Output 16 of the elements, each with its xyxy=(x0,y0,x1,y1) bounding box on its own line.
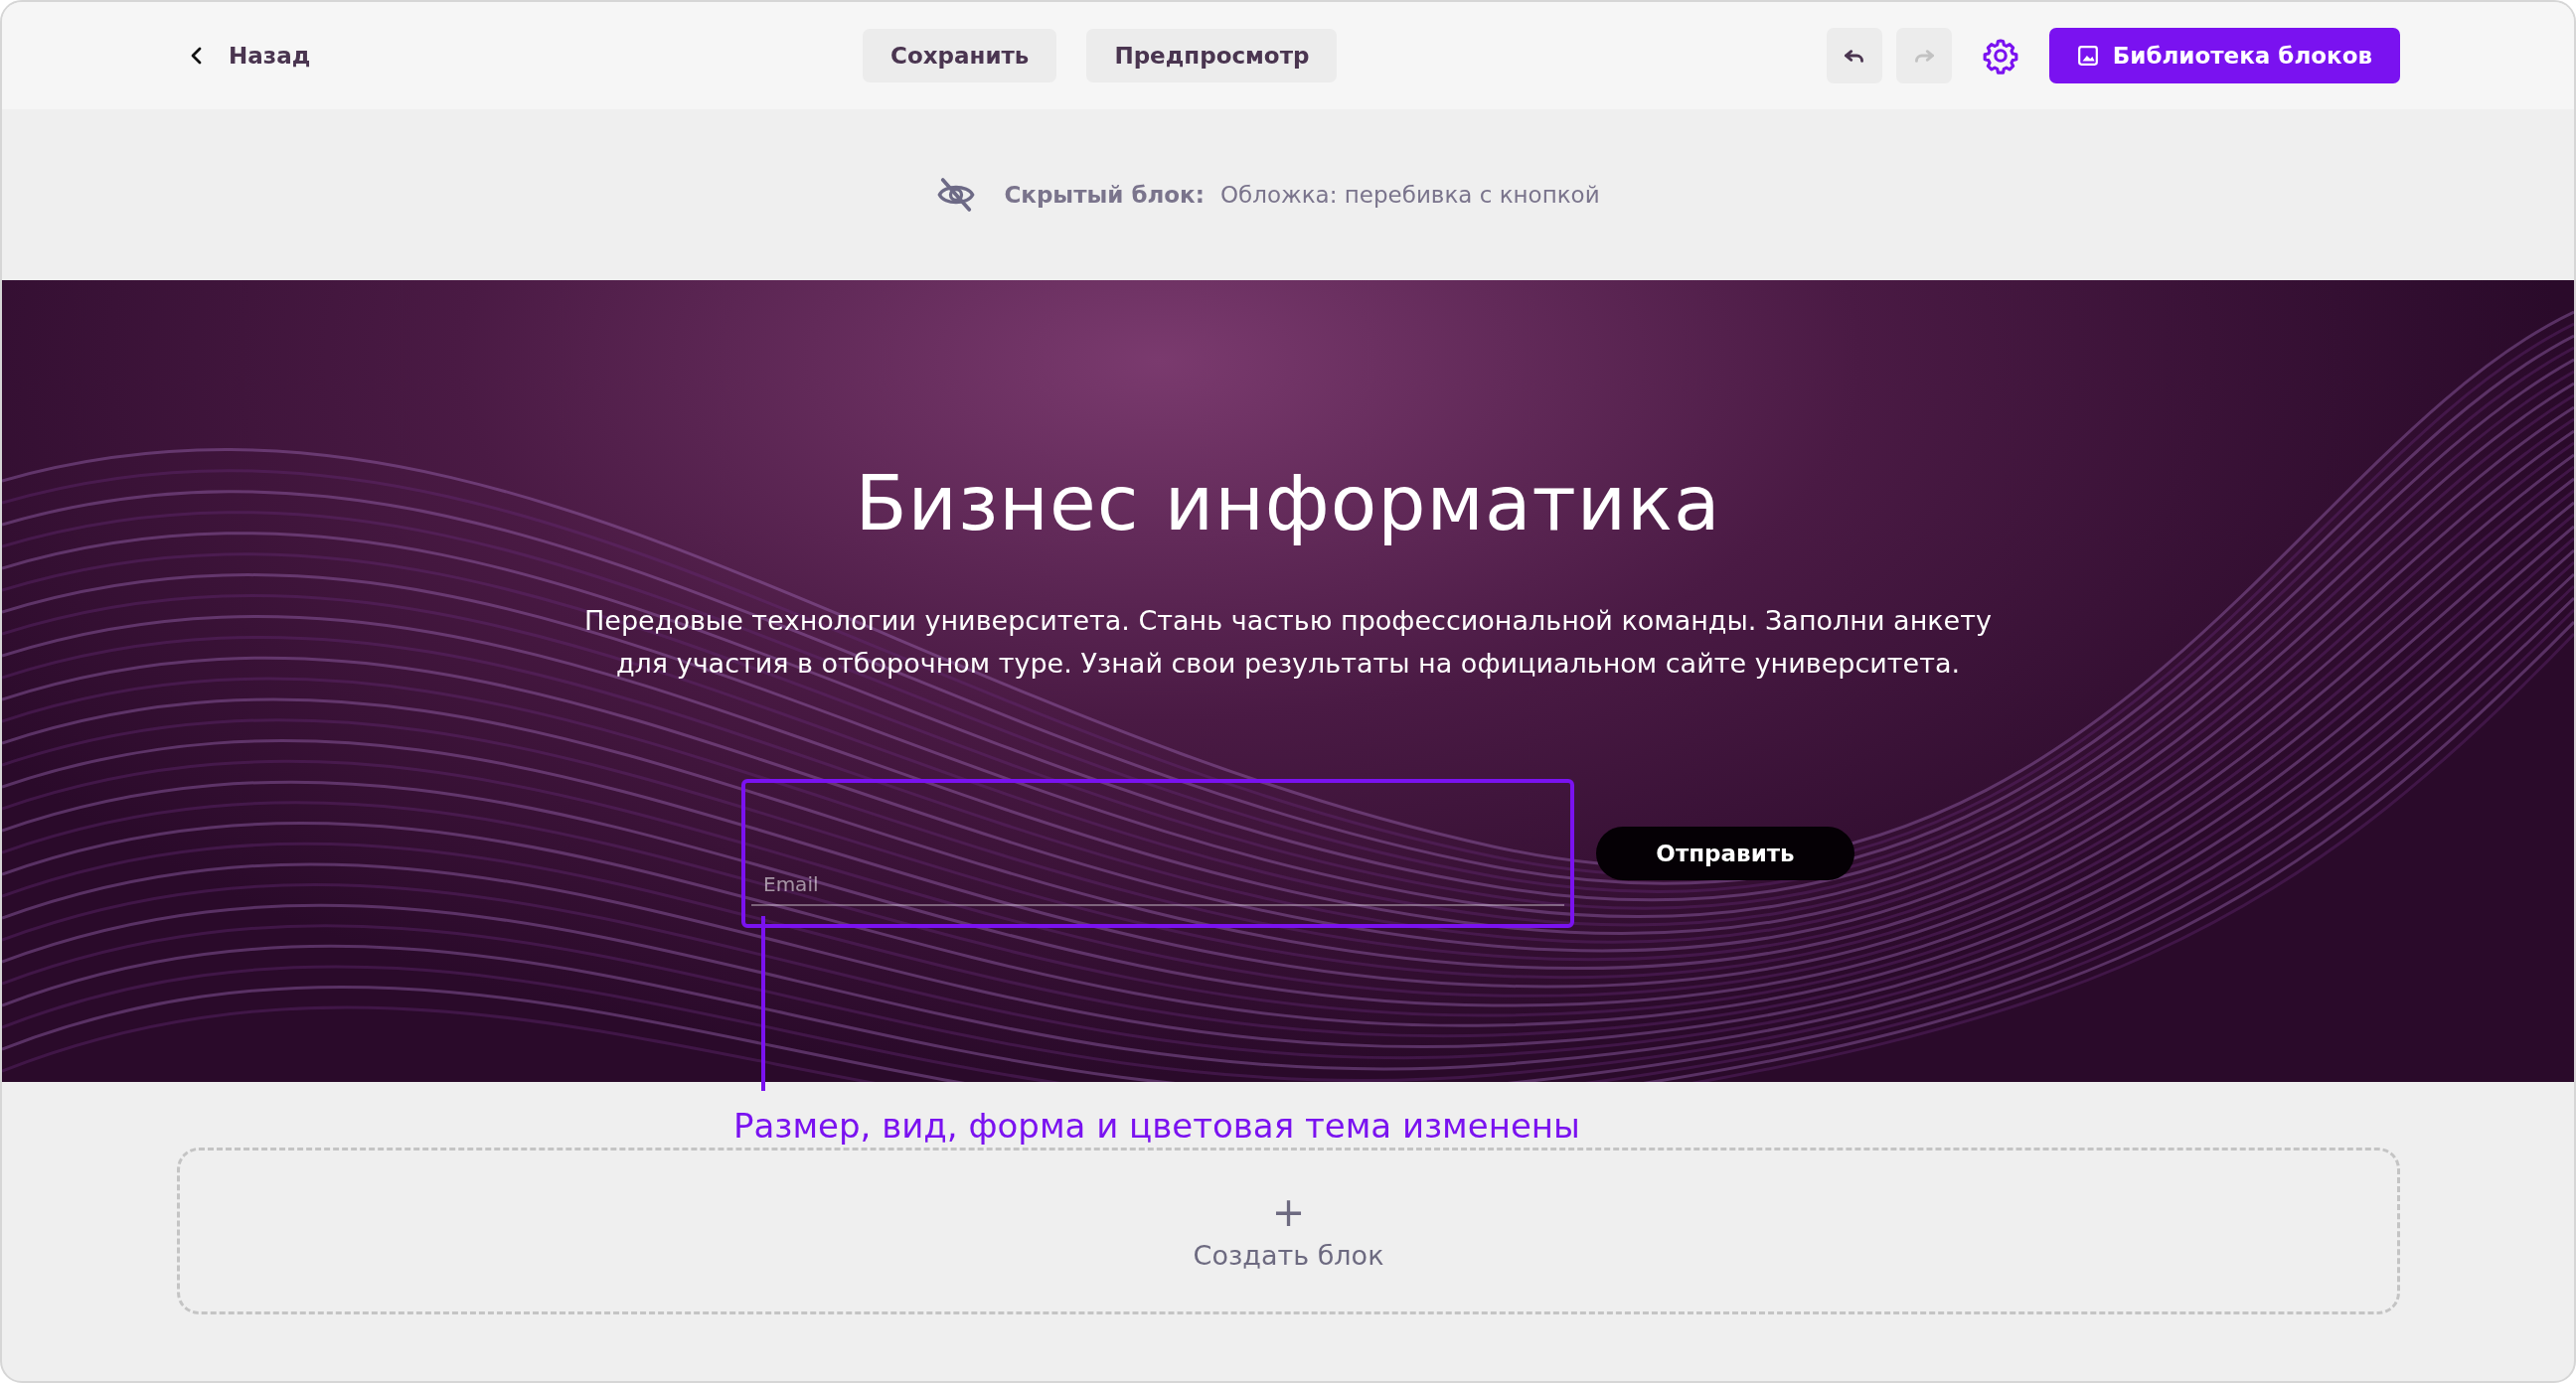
block-library-button[interactable]: Библиотека блоков xyxy=(2048,28,2400,83)
hero-description: Передовые технологии университета. Стань частью профессиональной команды. Заполни анкету для участия в отборочном туре. Узнай свои результаты на официальном сайте университета. xyxy=(583,604,1993,681)
toolbar-button[interactable]: Предпросмотр xyxy=(1086,29,1338,82)
hidden-eye-icon xyxy=(936,175,977,215)
email-field[interactable]: Email xyxy=(751,864,1564,906)
annotation-text: Размер, вид, форма и цветовая тема изменены xyxy=(733,1105,1581,1148)
undo-button[interactable] xyxy=(1826,28,1882,83)
settings-icon[interactable] xyxy=(1981,37,2019,75)
hidden-block-name: Обложка: перебивка с кнопкой xyxy=(1219,182,1600,208)
toolbar-button[interactable]: Сохранить xyxy=(863,29,1057,82)
create-block-button[interactable]: + Создать блок xyxy=(177,1148,2400,1314)
back-button[interactable]: Назад xyxy=(181,37,317,75)
hidden-block-label: Скрытый блок: xyxy=(1004,182,1205,208)
hero-title: Бизнес информатика xyxy=(855,459,1721,547)
image-icon xyxy=(2076,45,2099,67)
submit-button[interactable]: Отправить xyxy=(1596,827,1854,880)
